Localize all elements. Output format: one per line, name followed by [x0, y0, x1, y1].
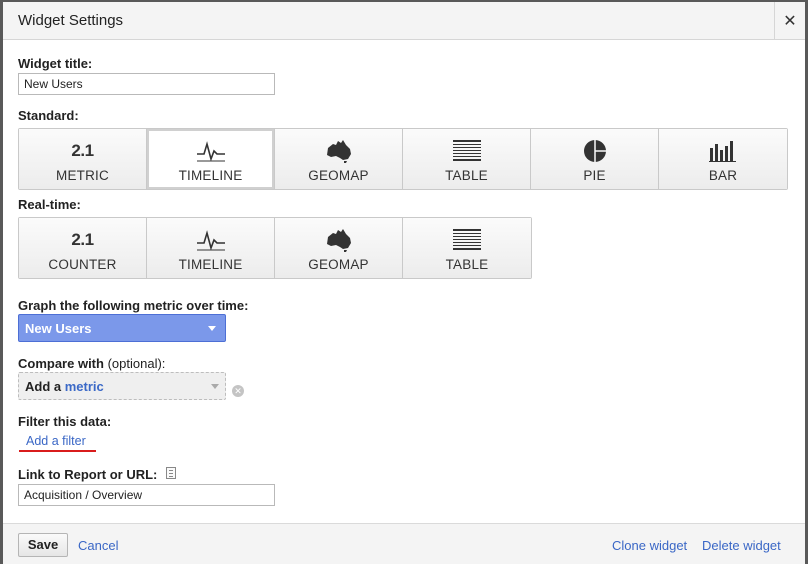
- geomap-icon: [275, 139, 402, 163]
- standard-bar-button[interactable]: BAR: [659, 129, 787, 189]
- realtime-geomap-button[interactable]: GEOMAP: [275, 218, 403, 278]
- table-icon: [403, 228, 531, 252]
- pie-icon: [531, 139, 658, 163]
- counter-number-icon: 2.1: [71, 230, 94, 249]
- standard-geomap-button[interactable]: GEOMAP: [275, 129, 403, 189]
- report-page-icon[interactable]: [166, 467, 176, 479]
- standard-table-button[interactable]: TABLE: [403, 129, 531, 189]
- link-label: Link to Report or URL:: [18, 467, 158, 482]
- cancel-link[interactable]: Cancel: [78, 538, 118, 553]
- standard-pie-button[interactable]: PIE: [531, 129, 659, 189]
- realtime-label: Real-time:: [18, 197, 81, 212]
- clone-widget-link[interactable]: Clone widget: [612, 538, 687, 553]
- compare-metric-select[interactable]: Add a metric: [18, 372, 226, 400]
- compare-optional-text: (optional):: [107, 356, 166, 371]
- chevron-down-icon: [208, 326, 216, 331]
- filter-label: Filter this data:: [18, 414, 112, 429]
- standard-pie-label: PIE: [583, 168, 606, 183]
- realtime-timeline-label: TIMELINE: [178, 257, 243, 272]
- realtime-table-button[interactable]: TABLE: [403, 218, 531, 278]
- remove-compare-icon[interactable]: ✕: [232, 385, 244, 397]
- standard-geomap-label: GEOMAP: [308, 168, 369, 183]
- realtime-table-label: TABLE: [445, 257, 489, 272]
- geomap-icon: [275, 228, 402, 252]
- graph-metric-select[interactable]: New Users: [18, 314, 226, 342]
- dialog-footer: Save Cancel Clone widget Delete widget: [3, 523, 805, 564]
- compare-label-text: Compare with: [18, 356, 104, 371]
- add-filter-link[interactable]: Add a filter: [26, 434, 86, 448]
- realtime-counter-button[interactable]: 2.1 COUNTER: [19, 218, 147, 278]
- standard-visualization-row: 2.1 METRIC TIMELINE GEOMAP TABLE PIE BAR: [18, 128, 788, 190]
- widget-title-label: Widget title:: [18, 56, 93, 71]
- dialog-titlebar: Widget Settings ✕: [3, 2, 805, 40]
- dialog-title: Widget Settings: [18, 12, 124, 29]
- standard-timeline-button[interactable]: TIMELINE: [147, 129, 275, 189]
- standard-timeline-label: TIMELINE: [178, 168, 243, 183]
- standard-metric-label: METRIC: [56, 168, 109, 183]
- chevron-down-icon: [211, 384, 219, 389]
- table-icon: [403, 139, 530, 163]
- graph-metric-value: New Users: [25, 321, 92, 336]
- timeline-icon: [147, 139, 274, 163]
- realtime-counter-label: COUNTER: [48, 257, 117, 272]
- standard-label: Standard:: [18, 108, 79, 123]
- timeline-icon: [147, 228, 274, 252]
- compare-prefix: Add a: [25, 379, 62, 394]
- compare-metric-word: metric: [64, 379, 104, 394]
- compare-label: Compare with (optional):: [18, 356, 165, 371]
- graph-metric-label: Graph the following metric over time:: [18, 298, 249, 313]
- close-icon: ✕: [783, 13, 797, 30]
- standard-metric-button[interactable]: 2.1 METRIC: [19, 129, 147, 189]
- bar-icon: [659, 139, 787, 163]
- close-button[interactable]: ✕: [774, 2, 805, 40]
- link-url-input[interactable]: [18, 484, 275, 506]
- widget-title-input[interactable]: [18, 73, 275, 95]
- save-button[interactable]: Save: [18, 533, 68, 557]
- widget-settings-dialog: Widget Settings ✕ Widget title: Standard…: [0, 0, 808, 564]
- realtime-timeline-button[interactable]: TIMELINE: [147, 218, 275, 278]
- realtime-visualization-row: 2.1 COUNTER TIMELINE GEOMAP TABLE: [18, 217, 532, 279]
- standard-table-label: TABLE: [445, 168, 488, 183]
- metric-number-icon: 2.1: [71, 141, 94, 160]
- filter-red-underline: [19, 450, 96, 452]
- delete-widget-link[interactable]: Delete widget: [702, 538, 781, 553]
- standard-bar-label: BAR: [708, 168, 738, 183]
- realtime-geomap-label: GEOMAP: [308, 257, 369, 272]
